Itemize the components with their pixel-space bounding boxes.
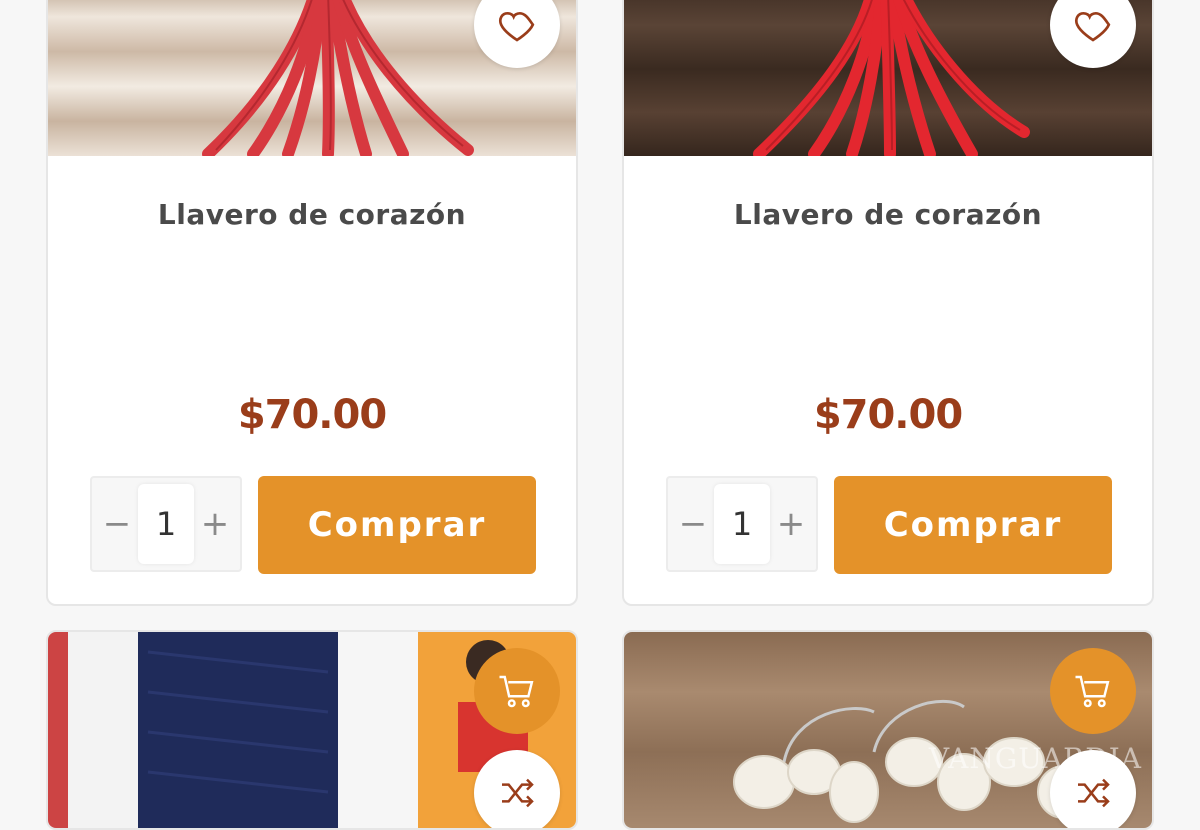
buy-button[interactable]: Comprar [834, 476, 1112, 574]
add-to-cart-button[interactable] [1050, 648, 1136, 734]
shuffle-icon [502, 778, 534, 808]
shuffle-icon [1078, 778, 1110, 808]
product-card: Llavero de corazón $70.00 − + Comprar [46, 0, 578, 606]
decrease-quantity-button[interactable]: − [94, 478, 140, 570]
buy-button[interactable]: Comprar [258, 476, 536, 574]
heart-icon [1074, 11, 1111, 42]
quantity-stepper: − + [90, 476, 242, 572]
compare-button[interactable] [1050, 750, 1136, 828]
product-title[interactable]: Llavero de corazón [48, 198, 576, 231]
increase-quantity-button[interactable]: + [192, 478, 238, 570]
cart-icon [499, 675, 534, 708]
product-card: VANGUARDIA [622, 630, 1154, 830]
product-price: $70.00 [237, 392, 387, 438]
product-price: $70.00 [813, 392, 963, 438]
add-to-cart-button[interactable] [474, 648, 560, 734]
heart-icon [498, 11, 535, 42]
cart-icon [1075, 675, 1110, 708]
compare-button[interactable] [474, 750, 560, 828]
increase-quantity-button[interactable]: + [768, 478, 814, 570]
quantity-input[interactable] [714, 484, 770, 564]
product-card [46, 630, 578, 830]
quantity-stepper: − + [666, 476, 818, 572]
decrease-quantity-button[interactable]: − [670, 478, 716, 570]
product-title[interactable]: Llavero de corazón [624, 198, 1152, 231]
quantity-input[interactable] [138, 484, 194, 564]
product-card: Llavero de corazón $70.00 − + Comprar [622, 0, 1154, 606]
